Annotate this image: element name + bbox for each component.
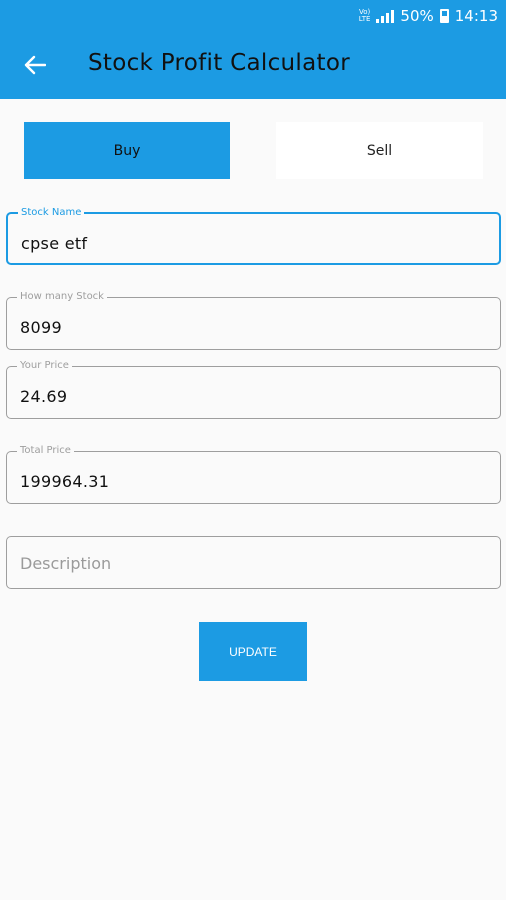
- description-field[interactable]: Description: [6, 536, 501, 589]
- price-value: 24.69: [20, 387, 68, 406]
- total-price-value: 199964.31: [20, 472, 110, 491]
- price-label: Your Price: [17, 359, 72, 373]
- arrow-left-icon: [24, 55, 46, 75]
- battery-percent: 50%: [400, 7, 434, 25]
- description-placeholder: Description: [20, 554, 112, 573]
- tab-sell[interactable]: Sell: [276, 122, 483, 179]
- price-field[interactable]: Your Price 24.69: [6, 359, 501, 419]
- volte-icon: Vo) LTE: [358, 8, 371, 23]
- back-button[interactable]: [18, 50, 52, 80]
- tab-buy-label: Buy: [113, 142, 141, 159]
- total-price-field[interactable]: Total Price 199964.31: [6, 444, 501, 504]
- tab-sell-label: Sell: [366, 142, 393, 159]
- stock-name-value: cpse etf: [21, 234, 88, 253]
- quantity-label: How many Stock: [17, 290, 107, 304]
- app-bar: Vo) LTE 50% 14:13 Stock Profit Calculator: [0, 0, 506, 99]
- tab-buy[interactable]: Buy: [24, 122, 230, 179]
- status-bar: Vo) LTE 50% 14:13: [359, 4, 498, 28]
- clock: 14:13: [454, 7, 498, 25]
- battery-icon: [439, 9, 449, 23]
- page-title: Stock Profit Calculator: [88, 50, 350, 76]
- quantity-value: 8099: [20, 318, 62, 337]
- quantity-field[interactable]: How many Stock 8099: [6, 290, 501, 350]
- update-button[interactable]: UPDATE: [199, 622, 307, 681]
- stock-name-field[interactable]: Stock Name cpse etf: [6, 206, 501, 265]
- stock-name-label: Stock Name: [18, 206, 85, 220]
- total-price-label: Total Price: [17, 444, 74, 458]
- signal-icon: [376, 9, 395, 23]
